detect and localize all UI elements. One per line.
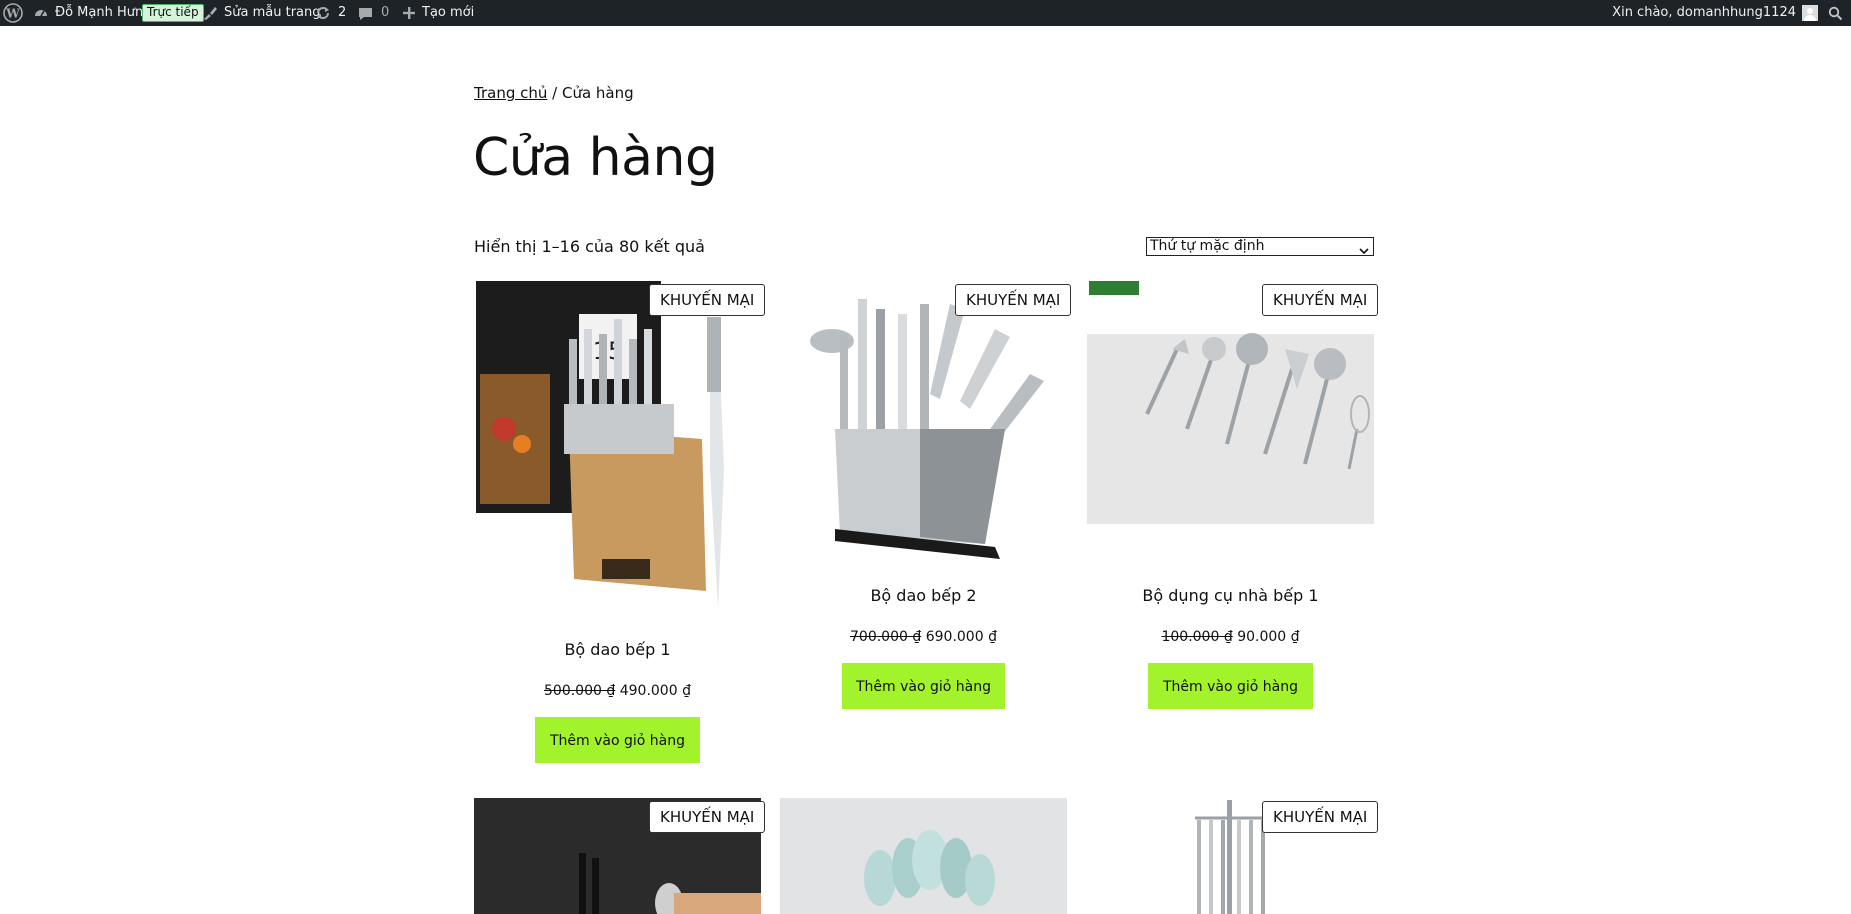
- svg-text:W: W: [5, 7, 20, 21]
- brush-icon: [202, 5, 218, 21]
- sort-select[interactable]: Thứ tự mặc định: [1146, 237, 1374, 256]
- sale-badge: KHUYẾN MẠI: [649, 284, 766, 316]
- sale-price: 490.000 ₫: [619, 683, 691, 699]
- chevron-down-icon: [1359, 243, 1369, 260]
- site-name-menu[interactable]: Đỗ Mạnh Hưng: [33, 0, 151, 26]
- breadcrumb-home-link[interactable]: Trang chủ: [474, 84, 547, 102]
- breadcrumb-current: Cửa hàng: [561, 84, 634, 102]
- new-content-link[interactable]: Tạo mới: [402, 0, 474, 26]
- admin-bar: W Đỗ Mạnh Hưng Trực tiếp Sửa mẫu trang 2…: [0, 0, 1851, 26]
- live-badge: Trực tiếp: [142, 4, 204, 22]
- original-price: 500.000 ₫: [544, 683, 616, 699]
- dashboard-icon: [33, 5, 49, 21]
- account-menu[interactable]: Xin chào, domanhhung1124: [1612, 0, 1843, 26]
- sale-badge: KHUYẾN MẠI: [955, 284, 1072, 316]
- page-title: Cửa hàng: [473, 128, 718, 188]
- add-to-cart-button[interactable]: Thêm vào giỏ hàng: [1148, 663, 1313, 709]
- add-to-cart-button[interactable]: Thêm vào giỏ hàng: [842, 663, 1005, 709]
- customize-label: Sửa mẫu trang: [224, 5, 321, 20]
- breadcrumb: Trang chủ / Cửa hàng: [474, 84, 634, 102]
- updates-icon: [315, 5, 331, 21]
- sale-price: 690.000 ₫: [925, 629, 997, 645]
- live-status[interactable]: Trực tiếp: [142, 0, 204, 26]
- sale-badge: KHUYẾN MẠI: [649, 801, 766, 833]
- sale-badge: KHUYẾN MẠI: [1262, 284, 1379, 316]
- product-image[interactable]: 15: [474, 279, 761, 617]
- product-image[interactable]: [1087, 279, 1374, 566]
- sort-selected-value: Thứ tự mặc định: [1150, 238, 1265, 254]
- product-name[interactable]: Bộ dao bếp 2: [780, 586, 1067, 605]
- new-label: Tạo mới: [422, 5, 475, 20]
- product-price: 500.000 ₫ 490.000 ₫: [474, 683, 761, 699]
- customize-link[interactable]: Sửa mẫu trang: [202, 0, 321, 26]
- greeting: Xin chào, domanhhung1124: [1612, 5, 1796, 20]
- original-price: 100.000 ₫: [1161, 629, 1233, 645]
- original-price: 700.000 ₫: [850, 629, 922, 645]
- sale-price: 90.000 ₫: [1237, 629, 1300, 645]
- product-price: 100.000 ₫ 90.000 ₫: [1087, 629, 1374, 645]
- wordpress-logo-icon[interactable]: W: [0, 0, 26, 26]
- updates-count: 2: [338, 5, 347, 20]
- product-image[interactable]: [780, 279, 1067, 566]
- comment-icon: [358, 6, 373, 21]
- avatar: [1802, 5, 1818, 21]
- updates-link[interactable]: 2: [315, 0, 346, 26]
- search-icon[interactable]: [1828, 6, 1843, 21]
- site-name: Đỗ Mạnh Hưng: [55, 5, 152, 20]
- product-name[interactable]: Bộ dụng cụ nhà bếp 1: [1087, 586, 1374, 605]
- comments-link[interactable]: 0: [358, 0, 389, 26]
- comments-count: 0: [381, 5, 390, 20]
- plus-icon: [402, 6, 416, 20]
- product-price: 700.000 ₫ 690.000 ₫: [780, 629, 1067, 645]
- breadcrumb-separator: /: [547, 84, 562, 102]
- sale-badge: KHUYẾN MẠI: [1262, 801, 1379, 833]
- product-name[interactable]: Bộ dao bếp 1: [474, 640, 761, 659]
- result-count: Hiển thị 1–16 của 80 kết quả: [474, 237, 705, 256]
- add-to-cart-button[interactable]: Thêm vào giỏ hàng: [535, 717, 700, 763]
- product-image[interactable]: [780, 798, 1067, 914]
